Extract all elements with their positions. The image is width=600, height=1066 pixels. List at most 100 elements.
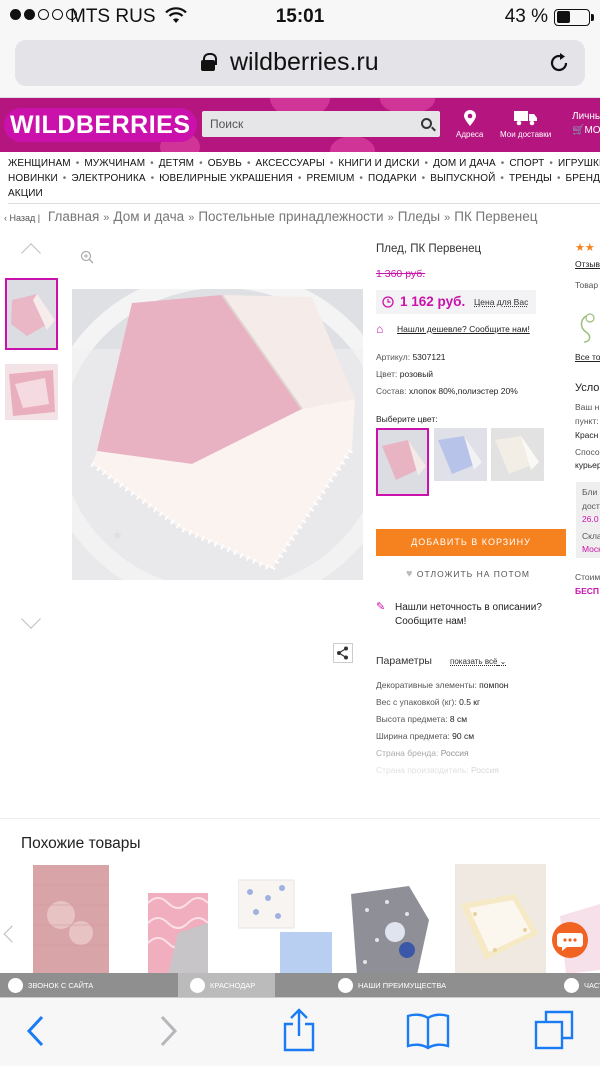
menu-item[interactable]: КНИГИ И ДИСКИ: [338, 158, 419, 169]
brand-logo-icon: [580, 313, 595, 343]
product-title: Плед, ПК Первенец: [376, 243, 482, 255]
forward-arrow-icon[interactable]: [156, 1014, 180, 1048]
param-label: Ширина предмета:: [376, 731, 450, 741]
chat-button[interactable]: [552, 922, 588, 958]
gallery-thumbnail-1[interactable]: [5, 278, 58, 350]
add-to-cart-button[interactable]: ДОБАВИТЬ В КОРЗИНУ: [376, 529, 566, 556]
personal-label: Личный: [572, 111, 600, 122]
menu-item[interactable]: МУЖЧИНАМ: [84, 158, 145, 169]
menu-separator: •: [150, 158, 154, 169]
callback-link[interactable]: ЗВОНОК С САЙТА: [8, 973, 93, 997]
breadcrumb-separator: »: [444, 212, 451, 224]
search-icon[interactable]: [421, 118, 432, 129]
color-swatch-beige[interactable]: [491, 428, 544, 481]
menu-item[interactable]: ОБУВЬ: [208, 158, 242, 169]
faq-link[interactable]: ЧАСТ: [564, 973, 600, 997]
bookmarks-icon[interactable]: [406, 1012, 450, 1050]
param-row: Декоративные элементы: помпон: [376, 680, 508, 690]
similar-product-1[interactable]: [33, 865, 109, 975]
menu-separator: •: [500, 173, 505, 184]
similar-product-2[interactable]: [148, 893, 208, 975]
price-box: 1 162 руб. Цена для Вас: [376, 290, 536, 314]
color-row: Цвет: розовый: [376, 369, 434, 379]
menu-item[interactable]: ТРЕНДЫ: [509, 173, 552, 184]
carousel-prev-icon[interactable]: [3, 925, 21, 943]
menu-item[interactable]: ИГРУШКИ: [558, 158, 600, 169]
address-bar[interactable]: wildberries.ru: [15, 40, 585, 86]
menu-item[interactable]: ВЫПУСКНОЙ: [430, 173, 495, 184]
delivery-method-value[interactable]: курьер: [575, 460, 600, 470]
breadcrumb-item[interactable]: Главная: [48, 209, 99, 224]
color-swatch-blue[interactable]: [434, 428, 487, 481]
param-value: Россия: [468, 765, 499, 775]
back-arrow-icon[interactable]: [24, 1014, 48, 1048]
menu-separator: •: [199, 158, 203, 169]
delivery-info-box: Бли дост 26.0 Скла Моск: [576, 482, 600, 558]
zoom-icon[interactable]: [80, 250, 94, 264]
reviews-link[interactable]: Отзыв: [575, 259, 600, 269]
menu-item[interactable]: ЖЕНЩИНАМ: [8, 158, 71, 169]
addresses-link[interactable]: Адреса: [456, 110, 483, 139]
breadcrumb-item[interactable]: Дом и дача: [113, 209, 184, 224]
param-value: 8 см: [447, 714, 468, 724]
price-note[interactable]: Цена для Вас: [474, 297, 528, 307]
city-selector[interactable]: КРАСНОДАР: [178, 973, 275, 997]
share-sheet-icon[interactable]: [282, 1008, 316, 1052]
menu-item[interactable]: АКЦИИ: [8, 188, 43, 199]
site-info-bar: ЗВОНОК С САЙТА КРАСНОДАР НАШИ ПРЕИМУЩЕСТ…: [0, 973, 600, 997]
search-placeholder: Поиск: [210, 117, 244, 131]
similar-product-5[interactable]: [455, 864, 546, 975]
similar-product-4[interactable]: [347, 880, 433, 975]
addresses-label: Адреса: [456, 130, 484, 139]
site-logo[interactable]: WILDBERRIES: [4, 108, 197, 142]
breadcrumb-item[interactable]: Пледы: [398, 209, 440, 224]
menu-item[interactable]: ЮВЕЛИРНЫЕ УКРАШЕНИЯ: [159, 173, 293, 184]
gallery-thumbnail-2[interactable]: [5, 364, 58, 420]
share-icon: [337, 646, 348, 660]
menu-separator: •: [421, 173, 426, 184]
menu-item[interactable]: ДЕТЯМ: [159, 158, 194, 169]
menu-item[interactable]: АКСЕССУАРЫ: [256, 158, 325, 169]
pencil-icon: ✎: [376, 601, 386, 613]
menu-item[interactable]: ДОМ И ДАЧА: [433, 158, 496, 169]
reload-icon[interactable]: [547, 51, 571, 75]
param-label: Страна бренда:: [376, 748, 439, 758]
param-value: помпон: [476, 680, 509, 690]
warehouse-label: Скла: [582, 531, 600, 541]
back-link[interactable]: ‹ Назад |: [4, 213, 40, 223]
all-goods-link[interactable]: Все то: [575, 352, 600, 362]
menu-separator: •: [329, 158, 334, 169]
personal-account-link[interactable]: Личный 🛒МО: [572, 110, 600, 138]
delivery-city[interactable]: Красн: [575, 430, 598, 440]
nearest-label: Бли: [582, 487, 598, 497]
tabs-icon[interactable]: [534, 1010, 576, 1052]
browser-address-area: wildberries.ru: [0, 34, 600, 98]
postpone-button[interactable]: ♥ ОТЛОЖИТЬ НА ПОТОМ: [406, 568, 530, 580]
product-main-image[interactable]: ★★★: [72, 289, 363, 580]
menu-item[interactable]: СПОРТ: [509, 158, 544, 169]
breadcrumb-item[interactable]: ПК Первенец: [454, 209, 537, 224]
show-all-params-link[interactable]: показать всё ⌄: [450, 657, 506, 666]
menu-item[interactable]: БРЕНДЫ: [566, 173, 600, 184]
inaccuracy-line-2: Сообщите нам!: [395, 616, 467, 627]
deliveries-link[interactable]: Мои доставки: [500, 110, 551, 139]
cost-label: Стоим: [575, 572, 600, 582]
menu-item[interactable]: НОВИНКИ: [8, 173, 58, 184]
menu-item[interactable]: PREMIUM: [307, 173, 355, 184]
question-icon: [564, 977, 579, 993]
menu-item[interactable]: ПОДАРКИ: [368, 173, 417, 184]
search-input[interactable]: Поиск: [202, 111, 440, 137]
breadcrumb-item[interactable]: Постельные принадлежности: [198, 209, 383, 224]
menu-item[interactable]: ЭЛЕКТРОНИКА: [71, 173, 145, 184]
delivery-date: 26.0: [582, 514, 599, 524]
param-row: Высота предмета: 8 см: [376, 714, 467, 724]
inaccuracy-line-1: Нашли неточность в описании?: [395, 602, 542, 613]
benefits-link[interactable]: НАШИ ПРЕИМУЩЕСТВА: [338, 973, 446, 997]
gallery-up-arrow-icon[interactable]: [21, 243, 41, 263]
gallery-down-arrow-icon[interactable]: [21, 609, 41, 629]
share-button[interactable]: [333, 643, 353, 663]
battery-percent: 43 %: [504, 6, 548, 27]
similar-product-3[interactable]: [238, 876, 334, 975]
color-swatch-pink[interactable]: [376, 428, 429, 496]
heart-icon: ♥: [406, 568, 414, 580]
